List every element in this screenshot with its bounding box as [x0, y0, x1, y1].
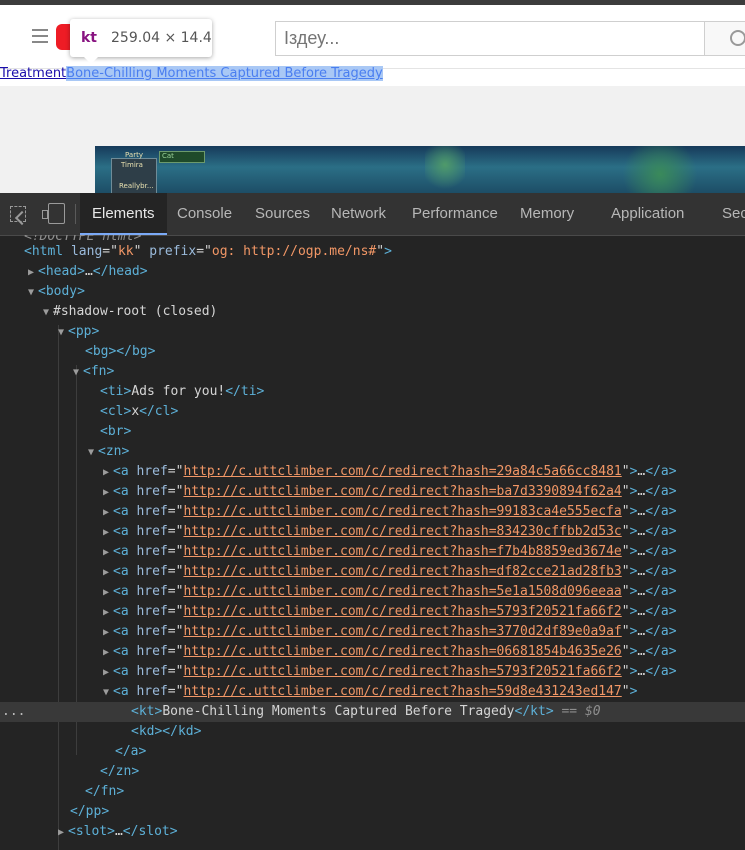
href-link[interactable]: http://c.uttclimber.com/c/redirect?hash=… — [183, 684, 621, 699]
tooltip-dimensions: 259.04 × 14.4 — [111, 30, 212, 46]
dom-line-cl[interactable]: <cl>x</cl> — [0, 402, 745, 422]
tab-sources[interactable]: Sources — [255, 193, 310, 235]
search-button[interactable] — [705, 21, 745, 56]
expand-arrow-icon[interactable]: ▶ — [103, 563, 113, 583]
tooltip-arrow-icon — [84, 57, 98, 64]
expand-arrow-icon[interactable]: ▶ — [103, 663, 113, 683]
search-icon — [730, 30, 745, 46]
dom-line-a-href[interactable]: ▶ <a href="http://c.uttclimber.com/c/redi… — [0, 622, 745, 642]
dom-tree[interactable]: <!DOCTYPE html> <html lang="kk" prefix="… — [0, 235, 745, 850]
game-party-label: Party — [125, 151, 143, 159]
href-link[interactable]: http://c.uttclimber.com/c/redirect?hash=… — [183, 564, 621, 579]
game-name-label: Timira — [121, 161, 143, 169]
href-link[interactable]: http://c.uttclimber.com/c/redirect?hash=… — [183, 524, 621, 539]
dom-line-html[interactable]: <html lang="kk" prefix="og: http://ogp.m… — [0, 242, 745, 262]
expand-arrow-icon[interactable]: ▶ — [58, 823, 68, 843]
collapse-arrow-icon[interactable]: ▼ — [43, 303, 53, 323]
dom-line-a-href[interactable]: ▶ <a href="http://c.uttclimber.com/c/redi… — [0, 482, 745, 502]
collapse-arrow-icon[interactable]: ▼ — [73, 363, 83, 383]
dom-line-fn[interactable]: ▼ <fn> — [0, 362, 745, 382]
tab-performance[interactable]: Performance — [412, 193, 498, 235]
dom-line-a-href[interactable]: ▶ <a href="http://c.uttclimber.com/c/redi… — [0, 462, 745, 482]
href-link[interactable]: http://c.uttclimber.com/c/redirect?hash=… — [183, 584, 621, 599]
collapse-arrow-icon[interactable]: ▼ — [58, 323, 68, 343]
dom-line-fn-close[interactable]: </fn> — [0, 782, 745, 802]
inspect-element-icon[interactable] — [10, 206, 26, 222]
href-link[interactable]: http://c.uttclimber.com/c/redirect?hash=… — [183, 644, 621, 659]
href-link[interactable]: http://c.uttclimber.com/c/redirect?hash=… — [183, 604, 621, 619]
dom-line-pp-close[interactable]: </pp> — [0, 802, 745, 822]
inspect-tooltip: kt 259.04 × 14.4 — [70, 19, 212, 64]
href-link[interactable]: http://c.uttclimber.com/c/redirect?hash=… — [183, 664, 621, 679]
tab-application[interactable]: Application — [611, 193, 684, 235]
devtools-panel: Elements Console Sources Network Perform… — [0, 193, 745, 850]
href-link[interactable]: http://c.uttclimber.com/c/redirect?hash=… — [183, 504, 621, 519]
dom-line-head[interactable]: ▶ <head>…</head> — [0, 262, 745, 282]
search-input[interactable] — [275, 21, 705, 56]
headline-link[interactable]: Bone-Chilling Moments Captured Before Tr… — [66, 66, 383, 81]
expand-arrow-icon[interactable]: ▶ — [103, 623, 113, 643]
foliage-decoration — [615, 146, 705, 193]
dom-line-a-href[interactable]: ▶ <a href="http://c.uttclimber.com/c/redi… — [0, 582, 745, 602]
game-chat-label: Cat — [162, 152, 174, 160]
tooltip-tag: kt — [81, 30, 98, 46]
href-link[interactable]: http://c.uttclimber.com/c/redirect?hash=… — [183, 484, 621, 499]
href-link[interactable]: http://c.uttclimber.com/c/redirect?hash=… — [183, 544, 621, 559]
tab-network[interactable]: Network — [331, 193, 386, 235]
dom-line-a-href[interactable]: ▶ <a href="http://c.uttclimber.com/c/redi… — [0, 542, 745, 562]
collapse-arrow-icon[interactable]: ▼ — [103, 683, 113, 703]
dom-line-a-href[interactable]: ▶ <a href="http://c.uttclimber.com/c/redi… — [0, 642, 745, 662]
dom-line-body[interactable]: ▼ <body> — [0, 282, 745, 302]
dom-line-br[interactable]: <br> — [0, 422, 745, 442]
foliage-decoration — [425, 146, 465, 193]
dom-line-a-href[interactable]: ▶ <a href="http://c.uttclimber.com/c/redi… — [0, 562, 745, 582]
dom-line-kd[interactable]: <kd></kd> — [0, 722, 745, 742]
expand-arrow-icon[interactable]: ▶ — [103, 583, 113, 603]
tab-memory[interactable]: Memory — [520, 193, 574, 235]
href-link[interactable]: http://c.uttclimber.com/c/redirect?hash=… — [183, 464, 621, 479]
devtools-tab-bar: Elements Console Sources Network Perform… — [0, 193, 745, 236]
dom-line-ti[interactable]: <ti>Ads for you!</ti> — [0, 382, 745, 402]
href-link[interactable]: http://c.uttclimber.com/c/redirect?hash=… — [183, 624, 621, 639]
dom-line-slot[interactable]: ▶ <slot>…</slot> — [0, 822, 745, 842]
dom-line-a-href[interactable]: ▶ <a href="http://c.uttclimber.com/c/redi… — [0, 502, 745, 522]
collapse-arrow-icon[interactable]: ▼ — [88, 443, 98, 463]
dom-line-kt-selected[interactable]: ... <kt>Bone-Chilling Moments Captured Be… — [0, 702, 745, 722]
device-toolbar-icon[interactable] — [42, 203, 65, 224]
expand-arrow-icon[interactable]: ▶ — [103, 523, 113, 543]
dom-line-a-href[interactable]: ▼ <a href="http://c.uttclimber.com/c/redi… — [0, 682, 745, 702]
dom-line-pp[interactable]: ▼ <pp> — [0, 322, 745, 342]
expand-arrow-icon[interactable]: ▶ — [103, 543, 113, 563]
expand-arrow-icon[interactable]: ▶ — [103, 463, 113, 483]
tab-elements[interactable]: Elements — [80, 193, 167, 235]
dom-line-a-href[interactable]: ▶ <a href="http://c.uttclimber.com/c/redi… — [0, 662, 745, 682]
expand-arrow-icon[interactable]: ▶ — [28, 263, 38, 283]
collapse-arrow-icon[interactable]: ▼ — [28, 283, 38, 303]
dom-line-a-close[interactable]: </a> — [0, 742, 745, 762]
breadcrumb: TreatmentBone-Chilling Moments Captured … — [0, 66, 383, 81]
dom-line-a-href[interactable]: ▶ <a href="http://c.uttclimber.com/c/redi… — [0, 602, 745, 622]
tab-security[interactable]: Sec — [722, 193, 745, 235]
expand-arrow-icon[interactable]: ▶ — [103, 643, 113, 663]
tab-console[interactable]: Console — [177, 193, 232, 235]
expand-arrow-icon[interactable]: ▶ — [103, 503, 113, 523]
expand-arrow-icon[interactable]: ▶ — [103, 483, 113, 503]
hamburger-menu-icon[interactable] — [32, 29, 48, 43]
game-name-label: Reallybr... — [119, 182, 154, 190]
row-menu-icon[interactable]: ... — [2, 702, 25, 722]
dom-line-zn[interactable]: ▼ <zn> — [0, 442, 745, 462]
game-screenshot-image: Party Timira Reallybr... Cat — [95, 146, 745, 193]
treatment-link[interactable]: Treatment — [0, 66, 66, 81]
toolbar-divider — [75, 204, 76, 224]
dom-line-zn-close[interactable]: </zn> — [0, 762, 745, 782]
dom-line-a-href[interactable]: ▶ <a href="http://c.uttclimber.com/c/redi… — [0, 522, 745, 542]
expand-arrow-icon[interactable]: ▶ — [103, 603, 113, 623]
dom-line-bg[interactable]: <bg></bg> — [0, 342, 745, 362]
dom-line-shadow-root[interactable]: ▼ #shadow-root (closed) — [0, 302, 745, 322]
